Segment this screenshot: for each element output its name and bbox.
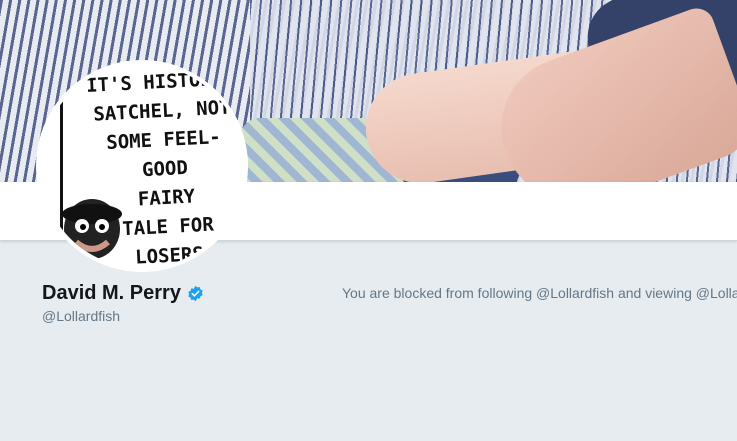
comic-character-icon (62, 199, 122, 259)
display-name: David M. Perry (42, 282, 181, 304)
blocked-notice: You are blocked from following @Lollardf… (342, 285, 737, 301)
profile-handle: @Lollardfish (42, 308, 121, 324)
profile-name: David M. Perry (42, 282, 204, 305)
verified-badge-icon (188, 285, 203, 302)
profile-avatar[interactable]: IT'S HISTORY, SATCHEL, NOT SOME FEEL- GO… (36, 60, 248, 272)
